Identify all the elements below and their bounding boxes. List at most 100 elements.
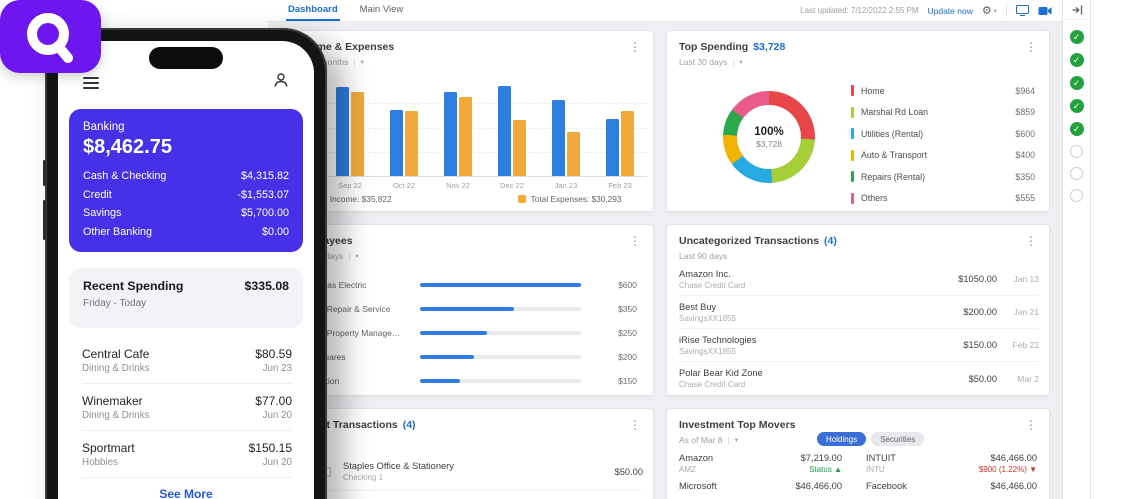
- see-more-link[interactable]: See More: [58, 487, 314, 499]
- account-row[interactable]: Credit -$1,553.07: [83, 186, 289, 205]
- sync-pending-circle-icon[interactable]: [1070, 167, 1083, 180]
- q-letter-icon: [27, 13, 73, 63]
- sync-complete-check-icon[interactable]: ✓: [1069, 122, 1084, 136]
- toggle-securities[interactable]: Securities: [871, 432, 925, 446]
- account-row[interactable]: Savings $5,700.00: [83, 204, 289, 223]
- transaction-amount-date: $80.59 Jun 23: [255, 347, 292, 374]
- account-name: Chase Credit Card: [679, 280, 746, 290]
- caret-down-icon[interactable]: ▾: [739, 58, 742, 66]
- account-row[interactable]: Other Banking $0.00: [83, 223, 289, 242]
- caret-down-icon[interactable]: ▾: [355, 252, 358, 260]
- widget-header: Top Spending $3,728 ⋮: [667, 31, 1049, 54]
- menu-icon[interactable]: [83, 77, 99, 92]
- legend-item[interactable]: Auto & Transport $400: [851, 145, 1035, 167]
- legend-item[interactable]: Utilities (Rental) $600: [851, 123, 1035, 145]
- mover-cell[interactable]: Amazon AMZ $7,219.00 Status ▲: [679, 453, 858, 474]
- transaction-row[interactable]: Winemaker Dining & Drinks $77.00 Jun 20: [82, 384, 292, 431]
- payee-name: Central Cafe: [82, 346, 150, 361]
- range-selector[interactable]: Last 30 days: [679, 57, 727, 67]
- tab-dashboard[interactable]: Dashboard: [286, 0, 340, 21]
- banking-summary-card[interactable]: Banking $8,462.75 Cash & Checking $4,315.…: [69, 109, 303, 252]
- transaction-row[interactable]: Amazon Inc. Chase Credit Card $1050.00 Jan…: [679, 263, 1039, 296]
- account-row[interactable]: Cash & Checking $4,315.82: [83, 167, 289, 186]
- payee-name: A1 Repair & Service: [314, 304, 391, 314]
- transaction-row[interactable]: Best Buy SavingsXX1855 $200.00 Jan 21: [679, 296, 1039, 329]
- sync-complete-check-icon[interactable]: ✓: [1069, 53, 1084, 67]
- payee-name: Tuition: [314, 376, 406, 386]
- investments-title: Investment Top Movers: [679, 419, 796, 431]
- widget-menu-icon[interactable]: ⋮: [1025, 418, 1037, 432]
- payee-row[interactable]: Tuition $150: [283, 369, 653, 393]
- amount: $50.00: [614, 466, 643, 477]
- legend-label: Total Expenses: $30,293: [530, 194, 622, 204]
- widget-header: Investment Top Movers ⋮: [667, 409, 1049, 432]
- transaction-row[interactable]: Staples Office & Stationery Checking 1 $5…: [295, 453, 643, 491]
- settings-gear-icon[interactable]: ⚙ ▾: [982, 4, 997, 17]
- legend-item[interactable]: Marshal Rd Loan $859: [851, 102, 1035, 124]
- payee-row[interactable]: Texas Electric $600: [283, 273, 653, 297]
- mover-cell[interactable]: Microsoft $46,466.00: [679, 481, 858, 491]
- caret-down-icon[interactable]: ▾: [735, 436, 738, 444]
- payee-bar-fill: [420, 379, 461, 383]
- quicken-dashboard-window: Dashboard Main View Last updated: 7/12/2…: [268, 0, 1062, 499]
- transaction-row[interactable]: iRise Technologies SavingsXX1855 $150.00 F…: [679, 329, 1039, 362]
- video-camera-icon[interactable]: [1038, 6, 1052, 16]
- widget-menu-icon[interactable]: ⋮: [1025, 234, 1037, 248]
- legend-color-marker: [851, 85, 854, 97]
- payee-row[interactable]: A1 Repair & Service $350: [283, 297, 653, 321]
- transaction-row[interactable]: Central Cafe Dining & Drinks $80.59 Jun 23: [82, 337, 292, 384]
- widget-menu-icon[interactable]: ⋮: [1025, 40, 1037, 54]
- account-value: $0.00: [261, 225, 289, 238]
- transaction-row[interactable]: Dominos Pizzeria $200.00: [295, 491, 643, 499]
- transaction-row[interactable]: Sportmart Hobbies $150.15 Jun 20: [82, 431, 292, 478]
- expenses-bar: [351, 91, 364, 176]
- divider: |: [727, 435, 730, 445]
- mover-cell[interactable]: Facebook $46,466.00: [858, 481, 1037, 491]
- sync-complete-check-icon[interactable]: ✓: [1069, 99, 1084, 113]
- legend-item[interactable]: Repairs (Rental) $350: [851, 166, 1035, 188]
- phone-transactions-list: Central Cafe Dining & Drinks $80.59 Jun 23…: [82, 337, 292, 478]
- recent-spending-title: Recent Spending: [83, 279, 184, 293]
- legend-color-marker: [517, 195, 526, 203]
- income-expenses-widget: Income & Expenses ⋮ Last 6 months | ▾ Se…: [282, 30, 654, 212]
- toggle-holdings[interactable]: Holdings: [817, 432, 867, 446]
- legend-color-marker: [851, 171, 854, 183]
- income-expenses-plot: Sep 22 Oct 22 Nov 22 Dec 22 Jan 23 Feb 23: [323, 79, 647, 190]
- value: $46,466.00: [990, 453, 1037, 463]
- profile-icon[interactable]: [272, 71, 290, 94]
- sync-pending-circle-icon[interactable]: [1070, 145, 1083, 158]
- monitor-icon[interactable]: [1016, 5, 1029, 16]
- sync-status-strip: ✓ ✓ ✓ ✓ ✓: [1062, 0, 1091, 499]
- volume-button: [43, 160, 46, 186]
- widget-header: Uncategorized Transactions (4) ⋮: [667, 225, 1049, 248]
- sync-complete-check-icon[interactable]: ✓: [1069, 76, 1084, 90]
- legend-item[interactable]: Home $964: [851, 80, 1035, 102]
- mover-cell[interactable]: INTUIT INTU $46,466.00 $900 (1.22%) ▼: [858, 453, 1037, 474]
- transaction-row[interactable]: Polar Bear Kid Zone Chase Credit Card $50…: [679, 362, 1039, 395]
- expenses-bar: [405, 111, 418, 176]
- payee-bar-fill: [420, 307, 514, 311]
- update-now-link[interactable]: Update now: [927, 6, 972, 16]
- sync-pending-circle-icon[interactable]: [1070, 189, 1083, 202]
- tab-main-view[interactable]: Main View: [358, 0, 406, 21]
- phone-mockup: Banking $8,462.75 Cash & Checking $4,315.…: [43, 28, 327, 499]
- caret-down-icon[interactable]: ▾: [361, 58, 364, 66]
- widget-menu-icon[interactable]: ⋮: [629, 418, 641, 432]
- date: Jun 23: [262, 362, 292, 374]
- range-selector[interactable]: As of Mar 8: [679, 435, 722, 445]
- recent-spending-card[interactable]: Recent Spending $335.08 Friday - Today: [69, 268, 303, 328]
- account-label: Credit: [83, 188, 112, 201]
- legend-item[interactable]: Others $555: [851, 188, 1035, 210]
- amount: $80.59: [255, 346, 292, 361]
- payee-bar: [420, 307, 581, 311]
- legend-value: $400: [1015, 150, 1035, 161]
- security-info: INTUIT INTU: [866, 453, 896, 474]
- ticker: AMZ: [679, 465, 696, 474]
- payee-row[interactable]: Squares $200: [283, 345, 653, 369]
- widget-menu-icon[interactable]: ⋮: [629, 234, 641, 248]
- security-name: Amazon: [679, 453, 714, 463]
- widget-menu-icon[interactable]: ⋮: [629, 40, 641, 54]
- payee-row[interactable]: JR Property Management $250: [283, 321, 653, 345]
- collapse-panel-icon[interactable]: [1063, 0, 1090, 20]
- sync-complete-check-icon[interactable]: ✓: [1069, 30, 1084, 44]
